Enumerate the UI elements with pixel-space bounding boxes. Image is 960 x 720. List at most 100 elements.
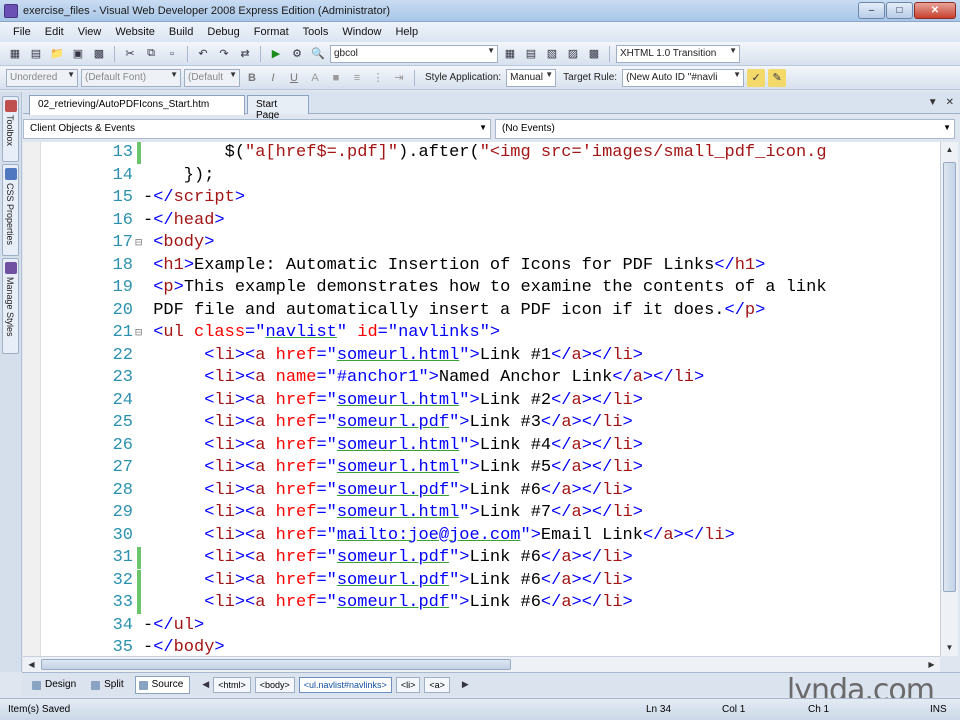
tab-autopdficons[interactable]: 02_retrieving/AutoPDFIcons_Start.htm (29, 95, 245, 115)
properties-icon[interactable]: ▤ (522, 45, 540, 63)
attach-style-icon[interactable]: ✎ (768, 68, 787, 87)
manage-styles-tab[interactable]: Manage Styles (2, 258, 19, 354)
indent-icon[interactable]: ⇥ (390, 69, 408, 87)
menu-format[interactable]: Format (247, 26, 296, 38)
start-debug-icon[interactable]: ▶ (267, 45, 285, 63)
scroll-right-icon[interactable]: ▶ (923, 657, 940, 673)
paste-icon[interactable]: ▫ (163, 45, 181, 63)
redo-icon[interactable]: ↷ (215, 45, 233, 63)
block-format-combo[interactable]: Unordered ▼ (6, 68, 78, 87)
open-icon[interactable]: 📁 (48, 45, 66, 63)
italic-button[interactable]: I (264, 69, 282, 87)
css-properties-tab[interactable]: CSS Properties (2, 164, 19, 256)
close-tab-icon[interactable]: ✕ (946, 97, 954, 108)
find-icon[interactable]: 🔍 (309, 45, 327, 63)
vertical-scroll-thumb[interactable] (943, 162, 956, 592)
maximize-icon[interactable]: □ (886, 2, 913, 19)
new-website-icon[interactable]: ▦ (6, 45, 24, 63)
code-line[interactable]: 26 <li><a href="someurl.html">Link #4</a… (23, 435, 940, 457)
code-line[interactable]: 24 <li><a href="someurl.html">Link #2</a… (23, 390, 940, 412)
code-line[interactable]: 23 <li><a name="#anchor1">Named Anchor L… (23, 367, 940, 389)
align-icon[interactable]: ≡ (348, 69, 366, 87)
menu-file[interactable]: File (6, 26, 38, 38)
style-application-combo[interactable]: Manual ▼ (506, 68, 557, 87)
code-line[interactable]: 22 <li><a href="someurl.html">Link #1</a… (23, 345, 940, 367)
code-line[interactable]: 32 <li><a href="someurl.pdf">Link #6</a>… (23, 569, 940, 592)
code-line[interactable]: 27 <li><a href="someurl.html">Link #5</a… (23, 457, 940, 479)
client-objects-combo[interactable]: Client Objects & Events ▼ (23, 119, 491, 139)
code-line[interactable]: 29 <li><a href="someurl.html">Link #7</a… (23, 502, 940, 524)
menu-edit[interactable]: Edit (38, 26, 71, 38)
code-line[interactable]: 13 $("a[href$=.pdf]").after("<img src='i… (23, 142, 940, 164)
code-line[interactable]: 25 <li><a href="someurl.pdf">Link #3</a>… (23, 412, 940, 434)
horizontal-scrollbar[interactable]: ◀ ▶ (23, 656, 940, 672)
solution-explorer-icon[interactable]: ▦ (501, 45, 519, 63)
code-editor[interactable]: 13 $("a[href$=.pdf]").after("<img src='i… (23, 142, 940, 656)
navigate-icon[interactable]: ⇄ (236, 45, 254, 63)
menu-help[interactable]: Help (388, 26, 425, 38)
font-size-combo[interactable]: (Default ▼ (184, 68, 240, 87)
code-line[interactable]: 30 <li><a href="mailto:joe@joe.com">Emai… (23, 525, 940, 547)
save-icon[interactable]: ▣ (69, 45, 87, 63)
code-line[interactable]: 17 ⊟ <body> (23, 232, 940, 254)
tab-list-icon[interactable]: ▼ (928, 97, 938, 108)
save-all-icon[interactable]: ▩ (90, 45, 108, 63)
code-line[interactable]: 15 -</script> (23, 187, 940, 209)
undo-icon[interactable]: ↶ (194, 45, 212, 63)
code-line[interactable]: 19 <p>This example demonstrates how to e… (23, 277, 940, 299)
close-icon[interactable]: ✕ (914, 2, 956, 19)
events-combo[interactable]: (No Events) ▼ (495, 119, 955, 139)
breadcrumb-a[interactable]: <a> (424, 676, 450, 693)
find-combo[interactable]: gbcol ▼ (330, 44, 498, 63)
menu-tools[interactable]: Tools (296, 26, 336, 38)
list-icon[interactable]: ⋮ (369, 69, 387, 87)
breadcrumb-html[interactable]: <html> (213, 676, 251, 693)
code-line[interactable]: 16 -</head> (23, 210, 940, 232)
breadcrumb-li[interactable]: <li> (395, 676, 421, 693)
highlight-icon[interactable]: ■ (327, 69, 345, 87)
code-line[interactable]: 28 <li><a href="someurl.pdf">Link #6</a>… (23, 480, 940, 502)
view-browser-icon[interactable]: ⚙ (288, 45, 306, 63)
menu-website[interactable]: Website (108, 26, 162, 38)
underline-button[interactable]: U (285, 69, 303, 87)
database-explorer-icon[interactable]: ▨ (564, 45, 582, 63)
code-line[interactable]: 18 <h1>Example: Automatic Insertion of I… (23, 255, 940, 277)
bold-button[interactable]: B (243, 69, 261, 87)
cut-icon[interactable]: ✂ (121, 45, 139, 63)
breadcrumb-next-icon[interactable]: ▶ (462, 679, 469, 690)
doctype-combo[interactable]: XHTML 1.0 Transition ▼ (616, 44, 740, 63)
menu-build[interactable]: Build (162, 26, 200, 38)
breadcrumb-prev-icon[interactable]: ◀ (202, 679, 209, 690)
scroll-left-icon[interactable]: ◀ (23, 657, 40, 673)
tab-start-page[interactable]: Start Page (247, 95, 309, 121)
menu-window[interactable]: Window (335, 26, 388, 38)
menu-debug[interactable]: Debug (200, 26, 246, 38)
code-line[interactable]: 14 }); (23, 165, 940, 187)
scroll-down-icon[interactable]: ▼ (941, 640, 958, 656)
split-view-button[interactable]: Split (87, 676, 130, 694)
toolbox-tab[interactable]: Toolbox (2, 96, 19, 162)
minimize-icon[interactable]: – (858, 2, 885, 19)
horizontal-scroll-thumb[interactable] (41, 659, 511, 670)
code-line[interactable]: 20 PDF file and automatically insert a P… (23, 300, 940, 322)
breadcrumb-ul[interactable]: <ul.navlist#navlinks> (298, 676, 392, 693)
scroll-up-icon[interactable]: ▲ (941, 142, 958, 158)
code-line[interactable]: 31 <li><a href="someurl.pdf">Link #6</a>… (23, 547, 940, 569)
font-name-combo[interactable]: (Default Font) ▼ (81, 68, 181, 87)
code-line[interactable]: 21 ⊟ <ul class="navlist" id="navlinks"> (23, 322, 940, 344)
code-line[interactable]: 34 -</ul> (23, 615, 940, 637)
copy-icon[interactable]: ⧉ (142, 45, 160, 63)
add-item-icon[interactable]: ▤ (27, 45, 45, 63)
breadcrumb-body[interactable]: <body> (254, 676, 295, 693)
target-rule-combo[interactable]: (New Auto ID "#navli ▼ (622, 68, 745, 87)
code-line[interactable]: 33 <li><a href="someurl.pdf">Link #6</a>… (23, 592, 940, 614)
apply-style-icon[interactable]: ✓ (747, 68, 766, 87)
toolbox-icon[interactable]: ▧ (543, 45, 561, 63)
source-view-button[interactable]: Source (134, 675, 191, 694)
menu-view[interactable]: View (71, 26, 109, 38)
vertical-scrollbar[interactable]: ▲ ▼ (940, 142, 958, 656)
design-view-button[interactable]: Design (28, 676, 83, 694)
font-color-icon[interactable]: A (306, 69, 324, 87)
error-list-icon[interactable]: ▩ (585, 45, 603, 63)
code-line[interactable]: 35 -</body> (23, 637, 940, 656)
